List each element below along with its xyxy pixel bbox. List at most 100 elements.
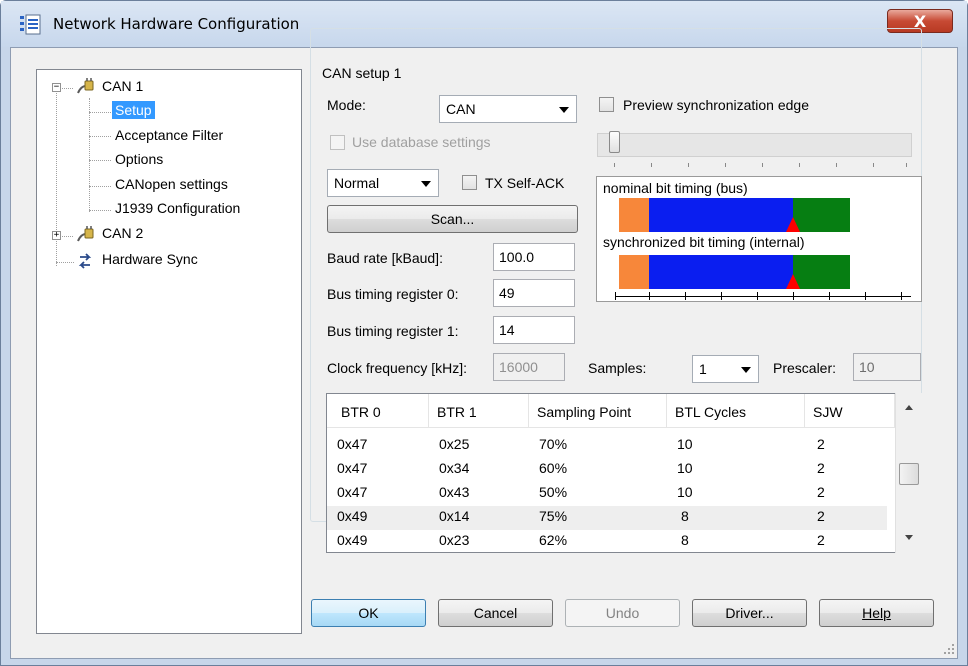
table-cell: 0x43 xyxy=(439,484,470,500)
axis-tick xyxy=(865,292,866,300)
tree-item-setup[interactable]: Setup xyxy=(112,101,155,119)
clock-frequency-value: 16000 xyxy=(499,359,538,375)
axis-tick xyxy=(829,292,830,300)
axis-tick xyxy=(793,292,794,300)
undo-button: Undo xyxy=(565,599,680,627)
btr-table[interactable]: BTR 0 BTR 1 Sampling Point BTL Cycles SJ… xyxy=(326,393,922,553)
table-cell: 10 xyxy=(677,460,693,476)
btr1-value: 14 xyxy=(499,322,515,338)
table-row[interactable]: 0x49 0x23 62% 8 2 xyxy=(327,530,887,552)
table-cell: 0x25 xyxy=(439,436,470,452)
tree-item-can2[interactable]: CAN 2 xyxy=(99,224,146,242)
column-header-btl-cycles[interactable]: BTL Cycles xyxy=(667,394,805,428)
mode-label: Mode: xyxy=(327,97,366,113)
table-vertical-scrollbar[interactable] xyxy=(895,393,922,553)
axis-tick xyxy=(721,292,722,300)
samples-select[interactable]: 1 xyxy=(692,355,759,383)
sync-edge-slider-thumb[interactable] xyxy=(609,131,620,153)
tree-line xyxy=(89,98,90,212)
table-cell: 8 xyxy=(681,532,689,548)
btr0-value: 49 xyxy=(499,285,515,301)
column-header-sjw[interactable]: SJW xyxy=(805,394,895,428)
help-button[interactable]: Help xyxy=(819,599,934,627)
sync-tseg2-segment xyxy=(793,255,850,289)
time-axis xyxy=(615,296,911,297)
table-cell: 0x47 xyxy=(337,460,368,476)
scrollbar-thumb[interactable] xyxy=(899,463,919,485)
table-cell: 75% xyxy=(539,508,568,524)
column-header-btr1[interactable]: BTR 1 xyxy=(429,394,529,428)
table-cell: 2 xyxy=(817,436,825,452)
scroll-up-icon[interactable] xyxy=(905,405,913,410)
bit-timing-panel: nominal bit timing (bus) synchronized bi… xyxy=(596,176,922,302)
prescaler-label: Prescaler: xyxy=(773,360,837,376)
cancel-button[interactable]: Cancel xyxy=(438,599,553,627)
column-header-btr0[interactable]: BTR 0 xyxy=(333,394,429,428)
nominal-timing-label: nominal bit timing (bus) xyxy=(603,180,748,196)
tree-line xyxy=(89,186,111,187)
can-cable-icon xyxy=(77,78,94,94)
slider-tick xyxy=(725,163,726,167)
resize-grip-icon[interactable] xyxy=(943,643,955,655)
samples-label: Samples: xyxy=(588,360,647,376)
axis-tick xyxy=(685,292,686,300)
operation-mode-value: Normal xyxy=(334,175,380,191)
table-cell: 70% xyxy=(539,436,568,452)
chevron-down-icon xyxy=(421,181,431,187)
use-database-checkbox[interactable] xyxy=(330,135,345,150)
tree-line xyxy=(89,210,111,211)
scroll-down-icon[interactable] xyxy=(905,535,913,540)
use-database-label: Use database settings xyxy=(352,134,491,150)
column-header-sampling-point[interactable]: Sampling Point xyxy=(529,394,667,428)
btr0-label: Bus timing register 0: xyxy=(327,286,459,302)
collapse-icon[interactable]: − xyxy=(52,83,61,92)
table-row-selected[interactable]: 0x49 0x14 75% 8 2 xyxy=(327,506,887,530)
preview-sync-label: Preview synchronization edge xyxy=(623,97,809,113)
prescaler-input: 10 xyxy=(853,353,921,381)
nominal-sample-point-marker xyxy=(786,217,800,232)
sync-sample-point-marker xyxy=(786,274,800,289)
table-row[interactable]: 0x47 0x34 60% 10 2 xyxy=(327,458,887,482)
table-row[interactable]: 0x47 0x43 50% 10 2 xyxy=(327,482,887,506)
tx-self-ack-checkbox[interactable] xyxy=(462,175,477,190)
table-row[interactable]: 0x47 0x25 70% 10 2 xyxy=(327,434,887,458)
slider-tick xyxy=(836,163,837,167)
table-cell: 0x34 xyxy=(439,460,470,476)
driver-button[interactable]: Driver... xyxy=(692,599,807,627)
operation-mode-select[interactable]: Normal xyxy=(327,169,439,197)
expand-icon[interactable]: + xyxy=(52,231,61,240)
nominal-tseg2-segment xyxy=(793,198,850,232)
tree-item-options[interactable]: Options xyxy=(112,150,166,168)
baud-rate-input[interactable]: 100.0 xyxy=(493,243,575,271)
tree-item-j1939-configuration[interactable]: J1939 Configuration xyxy=(112,199,243,217)
mode-value: CAN xyxy=(446,101,476,117)
table-cell: 2 xyxy=(817,460,825,476)
tree-line xyxy=(56,262,74,263)
clock-frequency-label: Clock frequency [kHz]: xyxy=(327,360,468,376)
table-cell: 2 xyxy=(817,484,825,500)
table-cell: 50% xyxy=(539,484,568,500)
chevron-down-icon xyxy=(559,107,569,113)
table-cell: 2 xyxy=(817,532,825,548)
sync-tseg1-segment xyxy=(649,255,793,289)
preview-sync-checkbox[interactable] xyxy=(599,97,614,112)
scan-button[interactable]: Scan... xyxy=(327,205,578,233)
tree-item-can1[interactable]: CAN 1 xyxy=(99,77,146,95)
btr1-input[interactable]: 14 xyxy=(493,316,575,344)
tree-item-acceptance-filter[interactable]: Acceptance Filter xyxy=(112,126,226,144)
btr0-input[interactable]: 49 xyxy=(493,279,575,307)
tree-item-canopen-settings[interactable]: CANopen settings xyxy=(112,175,231,193)
table-cell: 0x14 xyxy=(439,508,470,524)
tx-self-ack-label: TX Self-ACK xyxy=(485,175,565,191)
slider-tick xyxy=(762,163,763,167)
table-cell: 0x49 xyxy=(337,532,368,548)
table-cell: 2 xyxy=(817,508,825,524)
table-cell: 0x49 xyxy=(337,508,368,524)
slider-tick xyxy=(614,163,615,167)
ok-button[interactable]: OK xyxy=(311,599,426,627)
navigation-tree[interactable]: − CAN 1 Setup Acceptance Filter Options … xyxy=(36,69,302,634)
mode-select[interactable]: CAN xyxy=(439,95,577,123)
sync-edge-slider-track[interactable] xyxy=(597,133,912,157)
network-config-icon xyxy=(20,14,41,35)
tree-item-hardware-sync[interactable]: Hardware Sync xyxy=(99,250,201,268)
